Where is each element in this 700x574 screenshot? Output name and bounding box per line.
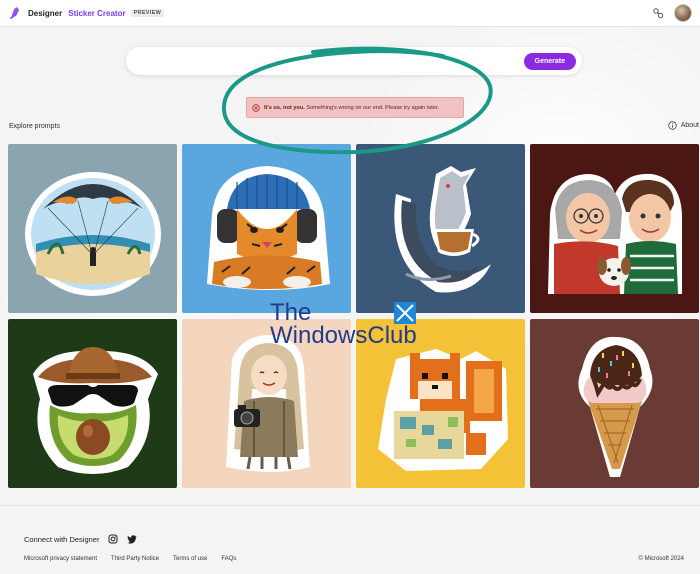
avocado-cowboy-sticker[interactable] [8,319,177,488]
copyright: © Microsoft 2024 [638,556,684,562]
ice-cream-cone-sticker[interactable] [530,319,699,488]
ice-cream-cone-image [577,336,652,477]
girl-camera-sticker[interactable] [182,319,351,488]
dragon-teacup-image [393,165,491,292]
sticker-grid [8,144,700,489]
tiger-headphones-image [206,165,330,290]
generate-button[interactable]: Generate [523,52,576,70]
prompt-bar: Generate [126,47,582,75]
error-message: It's us, not you. Something's wrong on o… [264,105,439,111]
preview-badge: PREVIEW [130,9,165,17]
error-message-rest: Something's wrong on our end. Please try… [304,104,439,111]
footer-links: Microsoft privacy statement Third Party … [24,556,236,562]
error-icon [252,103,260,112]
grandma-boy-dog-image [547,173,682,294]
instagram-icon[interactable] [108,534,118,544]
footer-link-faqs[interactable]: FAQs [221,556,236,562]
footer-link-terms[interactable]: Terms of use [173,556,207,562]
product-name[interactable]: Sticker Creator [68,9,125,18]
connections-icon[interactable] [652,7,664,19]
pixel-squirrel-map-image [377,348,508,471]
top-bar: Designer Sticker Creator PREVIEW [0,0,700,27]
pixel-squirrel-map-sticker[interactable] [356,319,525,488]
parachute-beach-sticker[interactable] [8,144,177,313]
designer-logo-icon [9,7,19,20]
dragon-teacup-sticker[interactable] [356,144,525,313]
footer: Connect with Designer Microsoft privacy … [0,505,700,574]
girl-camera-image [225,334,310,472]
info-icon [668,121,677,130]
grandma-boy-dog-sticker[interactable] [530,144,699,313]
prompt-input[interactable] [140,56,524,66]
footer-link-third-party[interactable]: Third Party Notice [111,556,159,562]
avocado-cowboy-image [32,346,158,474]
about-link[interactable]: About [668,121,699,130]
parachute-beach-image [24,171,161,296]
brand-name[interactable]: Designer [28,9,62,18]
error-message-bold: It's us, not you. [264,104,305,111]
tiger-headphones-sticker[interactable] [182,144,351,313]
connect-section: Connect with Designer [24,534,137,544]
footer-link-privacy[interactable]: Microsoft privacy statement [24,556,97,562]
user-avatar[interactable] [674,4,692,22]
explore-prompts-label: Explore prompts [9,123,60,130]
error-banner: It's us, not you. Something's wrong on o… [246,97,464,118]
about-label: About [680,122,699,129]
connect-label: Connect with Designer [24,534,100,544]
twitter-icon[interactable] [127,534,137,544]
